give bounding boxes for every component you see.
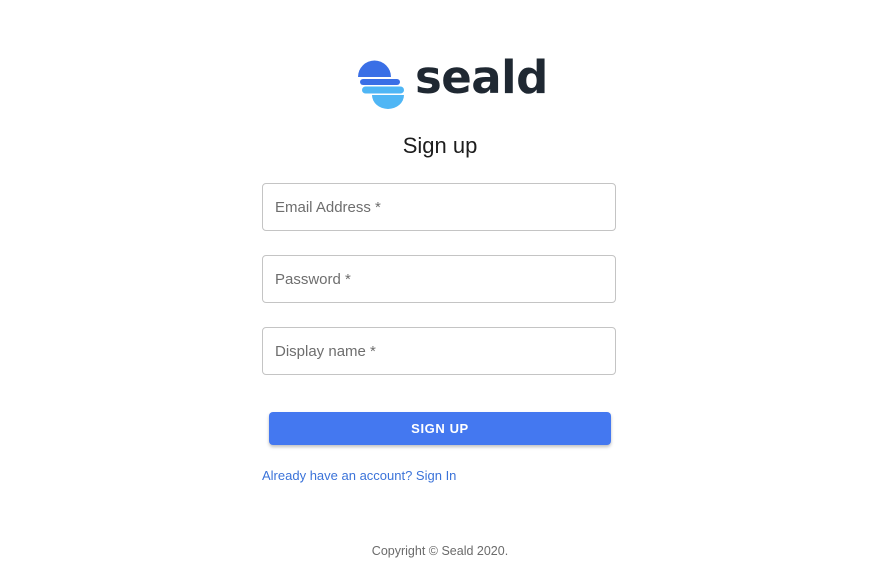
email-field[interactable] xyxy=(262,183,616,231)
password-input[interactable] xyxy=(263,256,615,302)
seald-logo: seald xyxy=(356,51,548,112)
sign-up-button[interactable]: SIGN UP xyxy=(269,412,611,445)
signup-page: seald Sign up SIGN UP Already have an ac… xyxy=(0,0,880,579)
display-name-field[interactable] xyxy=(262,327,616,375)
copyright-text: Copyright © Seald 2020. xyxy=(371,544,509,558)
sign-in-link[interactable]: Already have an account? Sign In xyxy=(262,467,456,485)
logo-wordmark: seald xyxy=(415,51,548,104)
page-title: Sign up xyxy=(402,133,478,158)
password-field[interactable] xyxy=(262,255,616,303)
display-name-input[interactable] xyxy=(263,328,615,374)
seald-logo-icon xyxy=(358,60,404,109)
email-input[interactable] xyxy=(263,184,615,230)
